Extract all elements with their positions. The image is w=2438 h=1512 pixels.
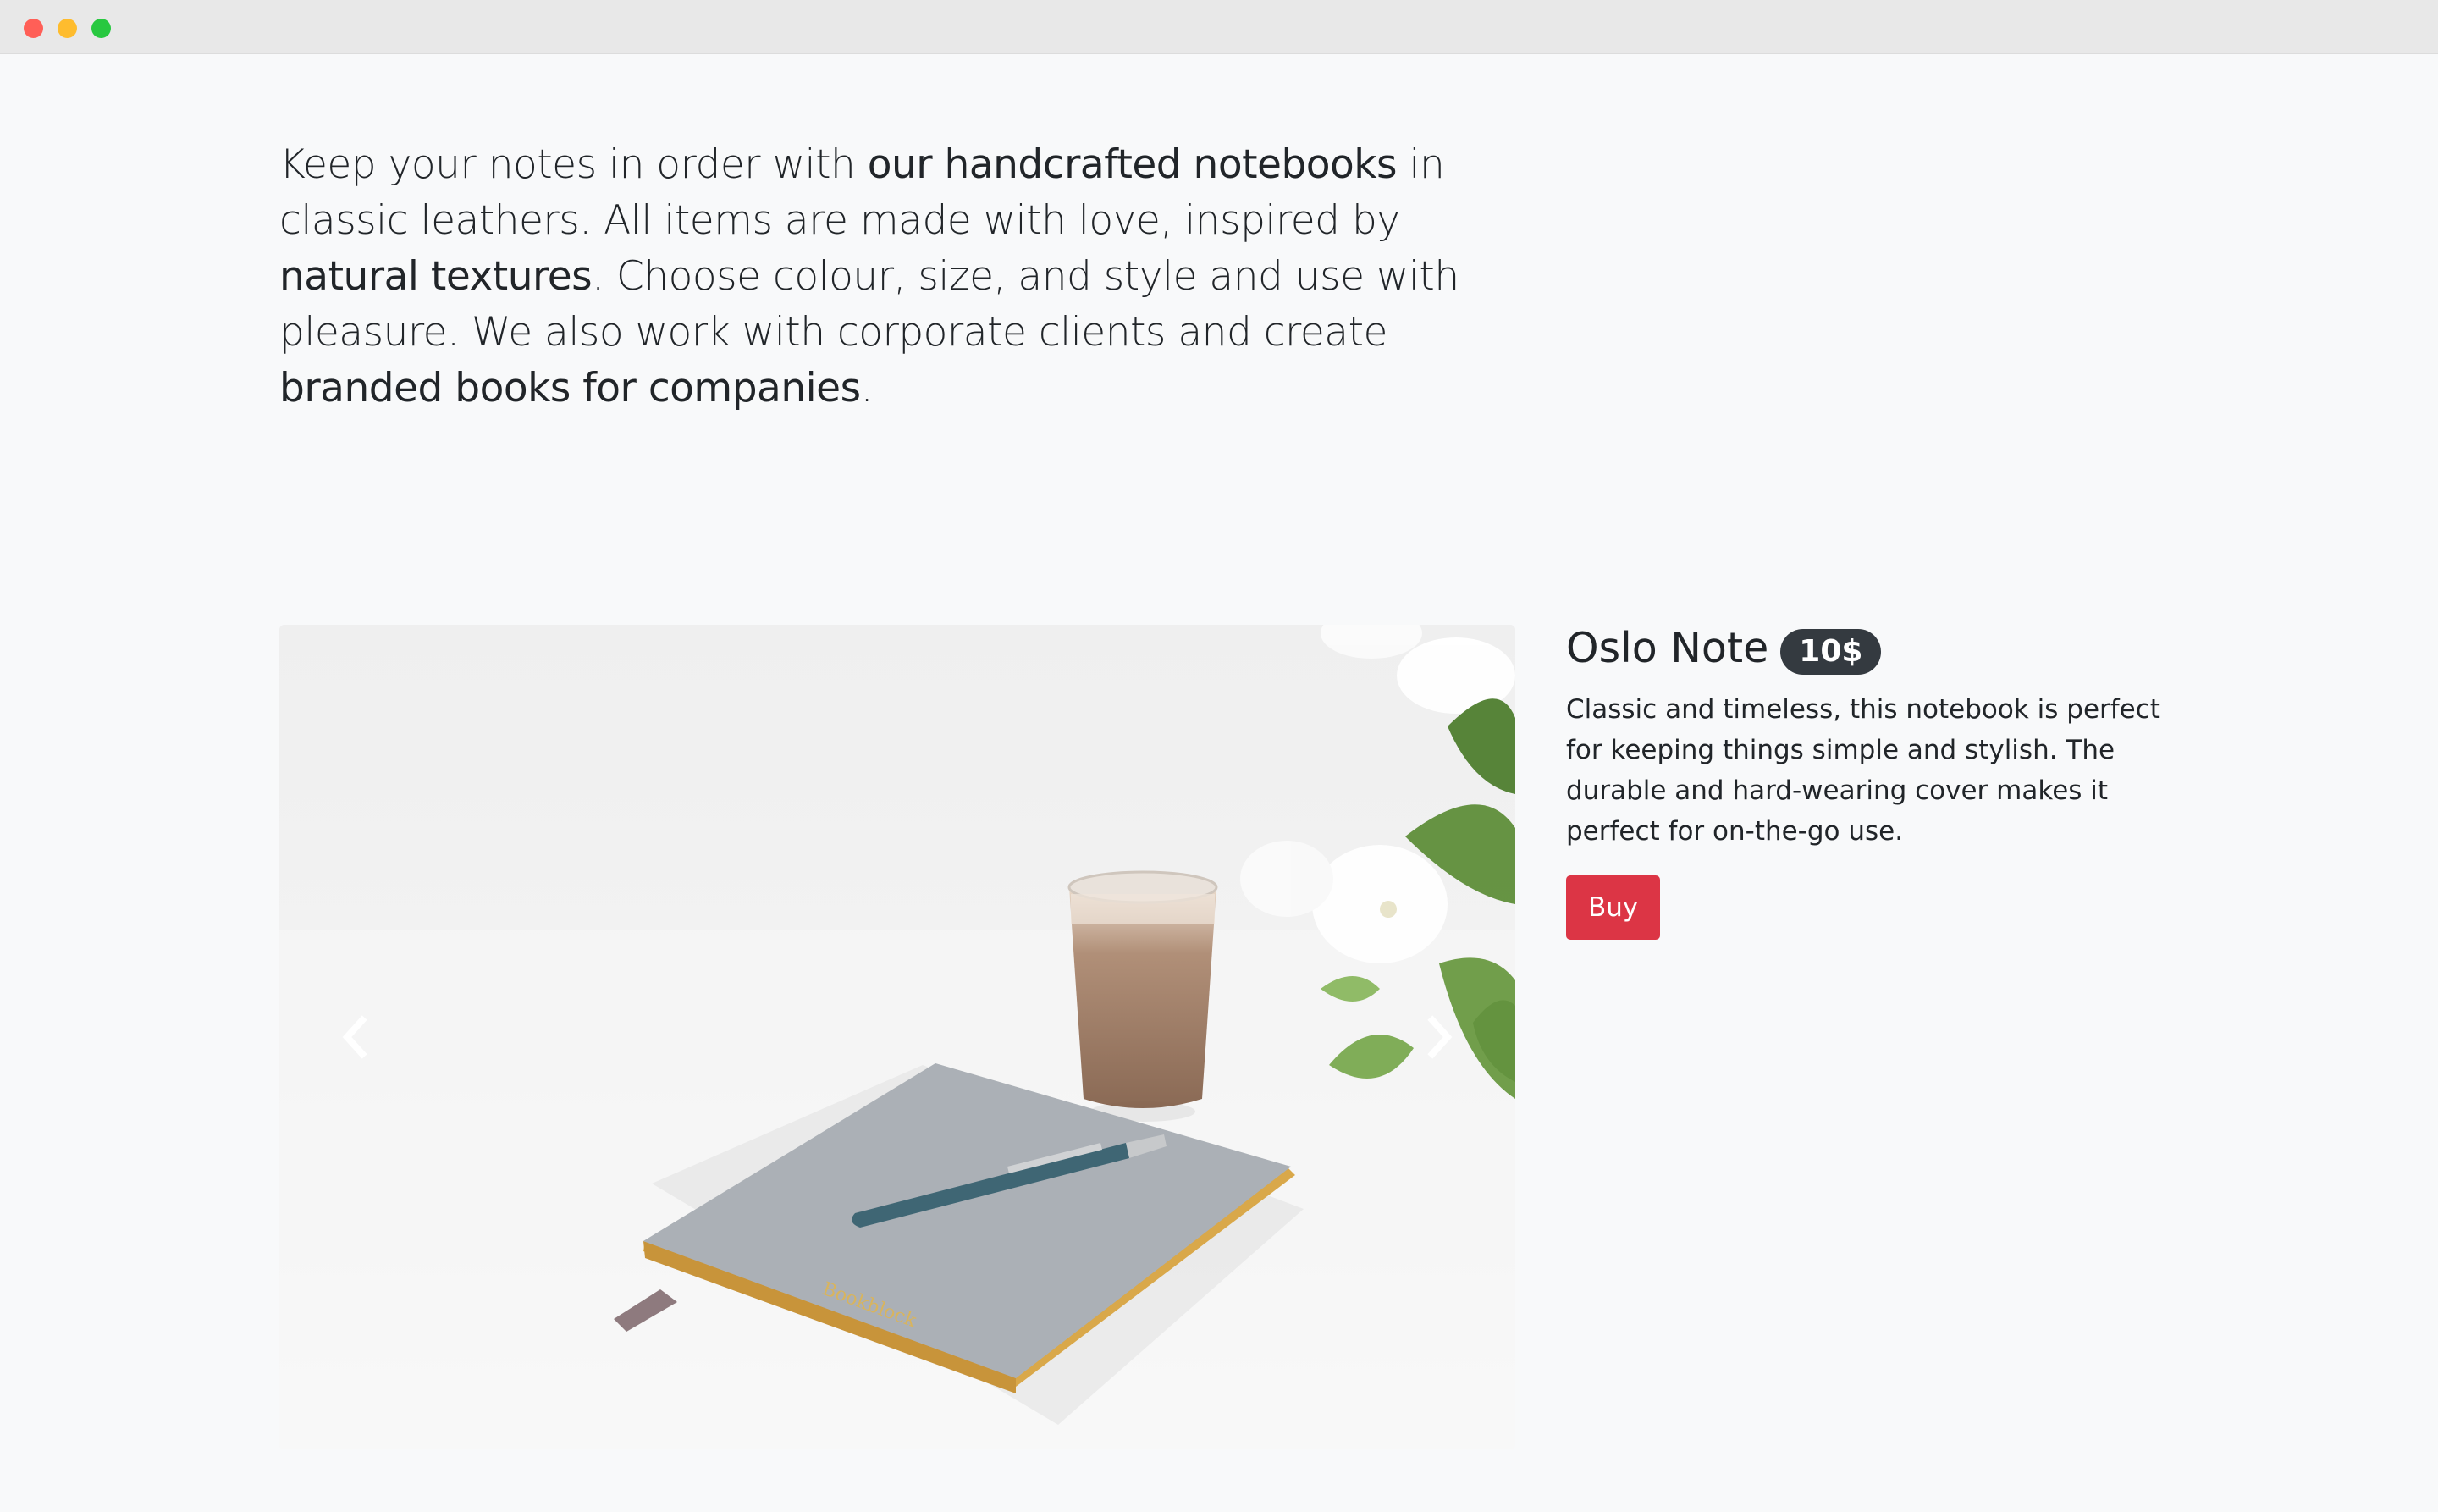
buy-button[interactable]: Buy bbox=[1566, 875, 1661, 940]
product-title: Oslo Note 10$ bbox=[1566, 621, 2176, 676]
intro-text: Keep your notes in order with our handcr… bbox=[279, 137, 1481, 417]
window-titlebar bbox=[0, 0, 2438, 54]
minimize-window-button[interactable] bbox=[58, 19, 77, 38]
product-description: Classic and timeless, this notebook is p… bbox=[1566, 694, 2160, 847]
product-name: Oslo Note bbox=[1566, 624, 1769, 672]
product-image-carousel[interactable]: Bookblock bbox=[279, 625, 1515, 1449]
notebook-photo: Bookblock bbox=[279, 625, 1515, 1449]
carousel-prev-button[interactable] bbox=[279, 625, 432, 1449]
chevron-right-icon bbox=[1427, 1015, 1453, 1059]
intro-part: . bbox=[860, 365, 874, 411]
product-info: Oslo Note 10$ Classic and timeless, this… bbox=[1566, 621, 2176, 940]
intro-part: Keep your notes in order with bbox=[279, 141, 868, 188]
intro-part-bold: branded books for companies bbox=[279, 365, 861, 411]
chevron-left-icon bbox=[342, 1015, 367, 1059]
close-window-button[interactable] bbox=[24, 19, 43, 38]
intro-part-bold: natural textures bbox=[279, 253, 593, 300]
carousel-next-button[interactable] bbox=[1363, 625, 1515, 1449]
price-badge: 10$ bbox=[1780, 629, 1882, 675]
maximize-window-button[interactable] bbox=[91, 19, 111, 38]
intro-part-bold: our handcrafted notebooks bbox=[867, 141, 1398, 188]
